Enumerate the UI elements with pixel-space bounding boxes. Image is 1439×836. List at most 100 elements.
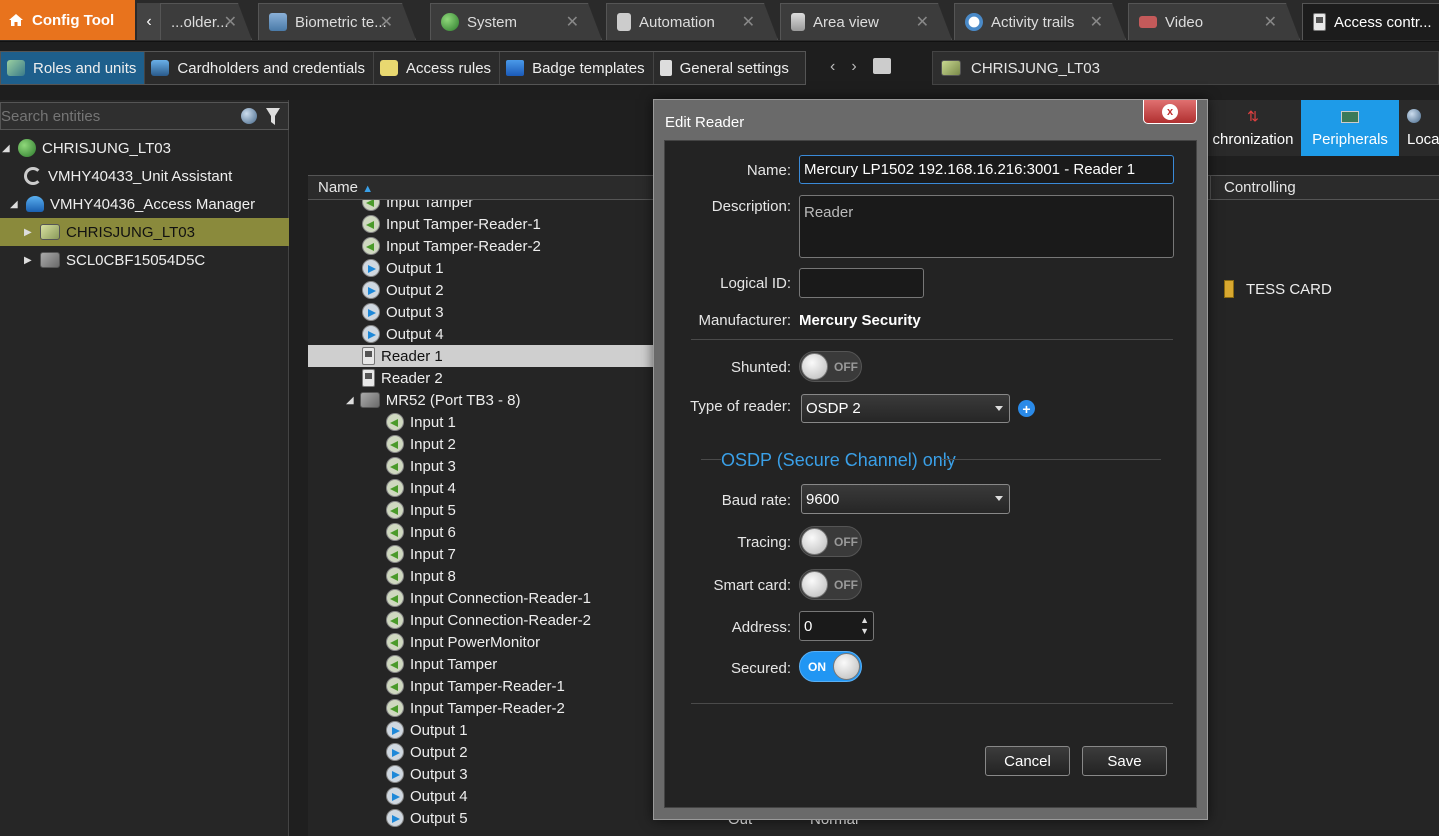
collapse-arrow-icon[interactable]: ◢ xyxy=(346,395,354,406)
tab-scroll-left-button[interactable]: ‹ xyxy=(137,3,161,40)
list-item[interactable]: Output 4 xyxy=(362,323,444,345)
entity-path-bar[interactable]: CHRISJUNG_LT03 xyxy=(932,51,1439,85)
list-item[interactable]: Input Tamper xyxy=(362,200,473,213)
list-item[interactable]: Input 8 xyxy=(386,565,456,587)
list-item[interactable]: Output 5 xyxy=(386,807,468,829)
shunted-toggle[interactable]: OFF xyxy=(799,351,862,382)
tab-location[interactable]: Loca xyxy=(1407,100,1439,156)
type-of-reader-select[interactable]: OSDP 2 xyxy=(801,394,1010,423)
expand-arrow-icon[interactable]: ▶ xyxy=(24,255,34,266)
description-field[interactable]: Reader xyxy=(799,195,1174,258)
list-item-label: Output 3 xyxy=(386,303,444,321)
tab-biometric[interactable]: Biometric te... ✕ xyxy=(258,3,416,40)
manufacturer-label: Manufacturer: xyxy=(698,312,791,329)
tab-synchronization[interactable]: ⇅ chronization xyxy=(1205,100,1301,156)
tracing-toggle[interactable]: OFF xyxy=(799,526,862,557)
list-item[interactable]: Input 2 xyxy=(386,433,456,455)
close-icon[interactable]: ✕ xyxy=(380,12,393,32)
list-item[interactable]: Input 1 xyxy=(386,411,456,433)
list-item[interactable]: Output 1 xyxy=(362,257,444,279)
cardholders-button[interactable]: Cardholders and credentials xyxy=(145,52,375,84)
list-item-label: Input Tamper-Reader-2 xyxy=(410,699,565,717)
expand-arrow-icon[interactable]: ▶ xyxy=(24,227,34,238)
chevron-down-icon xyxy=(995,496,1003,501)
close-icon[interactable]: ✕ xyxy=(916,12,929,32)
search-input[interactable] xyxy=(1,107,231,125)
column-controlling-header[interactable]: Controlling xyxy=(1224,179,1296,196)
list-item[interactable]: Input Tamper-Reader-1 xyxy=(386,675,565,697)
divider xyxy=(701,459,721,460)
list-item[interactable]: Input Tamper-Reader-2 xyxy=(362,235,541,257)
tab-peripherals[interactable]: Peripherals xyxy=(1301,100,1399,156)
tab-automation[interactable]: Automation ✕ xyxy=(606,3,778,40)
list-item[interactable]: Output 2 xyxy=(386,741,468,763)
switch-view-icon[interactable] xyxy=(872,58,891,74)
tab-folder[interactable]: ...older... ✕ xyxy=(160,3,252,40)
close-icon[interactable]: ✕ xyxy=(224,12,237,32)
refresh-icon[interactable] xyxy=(241,108,257,124)
tab-access-control[interactable]: Access contr... xyxy=(1302,3,1439,40)
task-toolbar: Roles and units Cardholders and credenti… xyxy=(0,46,1439,90)
tree-item[interactable]: VMHY40433_Unit Assistant xyxy=(0,162,289,190)
tree-item[interactable]: ◢ CHRISJUNG_LT03 xyxy=(0,134,289,162)
address-stepper[interactable]: 0 ▲ ▼ xyxy=(799,611,874,641)
stepper-arrows-icon[interactable]: ▲ ▼ xyxy=(860,615,869,637)
tab-label: ...older... xyxy=(171,13,229,31)
list-item[interactable]: Input 3 xyxy=(386,455,456,477)
list-item-label: Input PowerMonitor xyxy=(410,633,541,651)
list-item[interactable]: Input PowerMonitor xyxy=(386,631,540,653)
list-item[interactable]: Input 4 xyxy=(386,477,456,499)
collapse-arrow-icon[interactable]: ◢ xyxy=(10,199,20,210)
list-item[interactable]: Output 2 xyxy=(362,279,444,301)
list-item[interactable]: Input 5 xyxy=(386,499,456,521)
close-icon[interactable]: ✕ xyxy=(1090,12,1103,32)
close-icon[interactable]: ✕ xyxy=(566,12,579,32)
list-item[interactable]: Output 4 xyxy=(386,785,468,807)
tab-video[interactable]: Video ✕ xyxy=(1128,3,1300,40)
list-item[interactable]: Reader 2 xyxy=(362,367,443,389)
tab-area-view[interactable]: Area view ✕ xyxy=(780,3,952,40)
name-field[interactable] xyxy=(799,155,1174,184)
list-item[interactable]: Input Connection-Reader-2 xyxy=(386,609,591,631)
smart-card-toggle[interactable]: OFF xyxy=(799,569,862,600)
list-item[interactable]: Output 3 xyxy=(362,301,444,323)
tab-activity-trails[interactable]: Activity trails ✕ xyxy=(954,3,1126,40)
list-item[interactable]: Output 1 xyxy=(386,719,468,741)
add-icon[interactable]: + xyxy=(1018,400,1035,417)
list-item[interactable]: Input Tamper-Reader-1 xyxy=(362,213,541,235)
list-item[interactable]: Input 6 xyxy=(386,521,456,543)
tree-item[interactable]: ◢ VMHY40436_Access Manager xyxy=(0,190,289,218)
tree-item-selected[interactable]: ▶ CHRISJUNG_LT03 xyxy=(0,218,289,246)
list-item[interactable]: Input Tamper-Reader-2 xyxy=(386,697,565,719)
cancel-button[interactable]: Cancel xyxy=(985,746,1070,776)
list-item[interactable]: ◢ MR52 (Port TB3 - 8) xyxy=(346,389,520,411)
baud-rate-select[interactable]: 9600 xyxy=(801,484,1010,514)
tree-item[interactable]: ▶ SCL0CBF15054D5C xyxy=(0,246,289,274)
config-tool-button[interactable]: Config Tool xyxy=(0,0,135,40)
list-item[interactable]: Output 3 xyxy=(386,763,468,785)
logical-id-field[interactable] xyxy=(799,268,924,298)
toolbar-label: Roles and units xyxy=(33,59,137,77)
close-icon[interactable]: ✕ xyxy=(1264,12,1277,32)
badge-templates-button[interactable]: Badge templates xyxy=(500,52,654,84)
list-item[interactable]: Input Connection-Reader-1 xyxy=(386,587,591,609)
list-item-label: Output 4 xyxy=(386,325,444,343)
tab-system[interactable]: System ✕ xyxy=(430,3,602,40)
close-button[interactable]: x xyxy=(1143,100,1197,124)
general-settings-button[interactable]: General settings xyxy=(654,52,797,84)
close-icon[interactable]: ✕ xyxy=(742,12,755,32)
access-rules-button[interactable]: Access rules xyxy=(374,52,501,84)
list-item[interactable]: Input 7 xyxy=(386,543,456,565)
list-item[interactable]: Input Tamper xyxy=(386,653,497,675)
filter-icon[interactable] xyxy=(265,107,281,131)
secured-toggle[interactable]: ON xyxy=(799,651,862,682)
list-item-selected[interactable]: Reader 1 xyxy=(308,345,653,367)
save-button[interactable]: Save xyxy=(1082,746,1167,776)
nav-buttons: ‹ › xyxy=(830,58,891,76)
back-arrow-icon[interactable]: ‹ xyxy=(830,58,835,76)
collapse-arrow-icon[interactable]: ◢ xyxy=(2,143,12,154)
list-item-label: Input 4 xyxy=(410,479,456,497)
roles-and-units-button[interactable]: Roles and units xyxy=(1,52,146,84)
forward-arrow-icon[interactable]: › xyxy=(851,58,856,76)
column-name-header[interactable]: Name ▲ xyxy=(318,179,373,196)
